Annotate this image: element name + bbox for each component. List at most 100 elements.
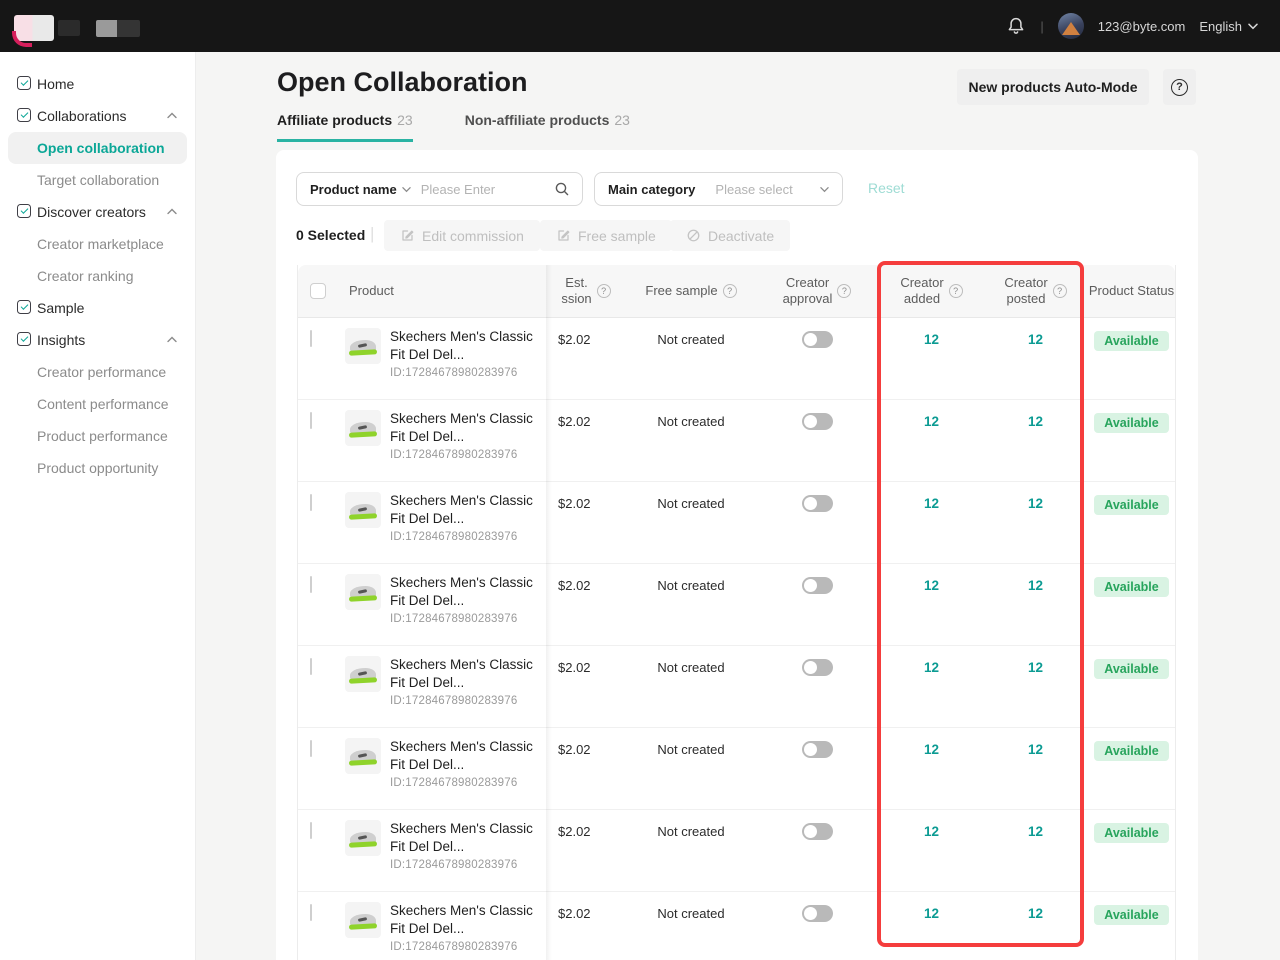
product-name[interactable]: Skechers Men's Classic Fit Del Del... [390, 492, 536, 528]
creator-approval-toggle[interactable] [802, 495, 833, 512]
discover-creators-icon [17, 204, 31, 218]
sidebar-item-collaborations[interactable]: Collaborations [0, 100, 195, 132]
app-logo [14, 15, 54, 41]
row-checkbox[interactable] [310, 576, 312, 593]
creator-added-link[interactable]: 12 [924, 742, 939, 757]
free-sample-cell: Not created [626, 482, 756, 563]
creator-posted-link[interactable]: 12 [1028, 824, 1043, 839]
product-cell: Skechers Men's Classic Fit Del Del... ID… [341, 810, 546, 891]
row-checkbox[interactable] [310, 494, 312, 511]
creator-posted-link[interactable]: 12 [1028, 578, 1043, 593]
product-id: ID:17284678980283976 [390, 941, 536, 953]
sidebar-item-target-collaboration[interactable]: Target collaboration [0, 164, 195, 196]
sidebar-item-sample[interactable]: Sample [0, 292, 195, 324]
help-icon[interactable]: ? [1053, 284, 1067, 298]
creator-approval-toggle[interactable] [802, 823, 833, 840]
page-help-button[interactable]: ? [1163, 69, 1196, 105]
creator-posted-link[interactable]: 12 [1028, 414, 1043, 429]
product-name[interactable]: Skechers Men's Classic Fit Del Del... [390, 410, 536, 446]
avatar[interactable] [1058, 13, 1084, 39]
new-products-auto-mode-button[interactable]: New products Auto-Mode [957, 69, 1149, 105]
edit-commission-button[interactable]: Edit commission [384, 220, 540, 251]
creator-approval-toggle[interactable] [802, 905, 833, 922]
select-all-checkbox[interactable] [310, 283, 326, 299]
creator-posted-link[interactable]: 12 [1028, 906, 1043, 921]
sidebar-item-product-performance[interactable]: Product performance [0, 420, 195, 452]
est-commission-cell: $2.02 [546, 728, 626, 809]
deactivate-button[interactable]: Deactivate [670, 220, 790, 251]
creator-added-link[interactable]: 12 [924, 332, 939, 347]
free-sample-button[interactable]: Free sample [540, 220, 672, 251]
sidebar-item-content-performance[interactable]: Content performance [0, 388, 195, 420]
edit-icon [556, 228, 571, 243]
selected-count: 0 Selected [296, 227, 365, 243]
notification-bell-icon[interactable] [1006, 16, 1026, 36]
row-checkbox[interactable] [310, 412, 312, 429]
product-name[interactable]: Skechers Men's Classic Fit Del Del... [390, 328, 536, 364]
creator-added-link[interactable]: 12 [924, 578, 939, 593]
help-icon[interactable]: ? [597, 284, 611, 298]
tab-affiliate-products[interactable]: Affiliate products 23 [277, 112, 413, 142]
creator-added-link[interactable]: 12 [924, 414, 939, 429]
creator-added-link[interactable]: 12 [924, 496, 939, 511]
sidebar-item-open-collaboration[interactable]: Open collaboration [8, 132, 187, 164]
creator-approval-toggle[interactable] [802, 577, 833, 594]
products-table: Product Est.ssion ? Free sample ? Creato… [297, 265, 1176, 960]
sidebar-item-creator-ranking[interactable]: Creator ranking [0, 260, 195, 292]
table-row: Skechers Men's Classic Fit Del Del... ID… [298, 728, 1175, 810]
sidebar-item-home[interactable]: Home [0, 68, 195, 100]
table-header-row: Product Est.ssion ? Free sample ? Creato… [298, 265, 1175, 318]
product-name[interactable]: Skechers Men's Classic Fit Del Del... [390, 738, 536, 774]
creator-posted-link[interactable]: 12 [1028, 332, 1043, 347]
main-category-filter[interactable]: Main category Please select [594, 172, 843, 206]
product-name[interactable]: Skechers Men's Classic Fit Del Del... [390, 656, 536, 692]
reset-filters-link[interactable]: Reset [868, 180, 905, 196]
row-checkbox[interactable] [310, 904, 312, 921]
row-checkbox[interactable] [310, 330, 312, 347]
creator-added-link[interactable]: 12 [924, 824, 939, 839]
product-status-badge: Available [1094, 413, 1168, 433]
product-name[interactable]: Skechers Men's Classic Fit Del Del... [390, 902, 536, 938]
sidebar-item-product-opportunity[interactable]: Product opportunity [0, 452, 195, 484]
row-checkbox[interactable] [310, 658, 312, 675]
language-selector[interactable]: English [1199, 19, 1258, 34]
creator-posted-link[interactable]: 12 [1028, 660, 1043, 675]
product-status-badge: Available [1094, 495, 1168, 515]
product-image [345, 328, 381, 364]
search-icon[interactable] [554, 181, 570, 197]
sidebar-item-creator-marketplace[interactable]: Creator marketplace [0, 228, 195, 260]
creator-added-link[interactable]: 12 [924, 906, 939, 921]
creator-posted-link[interactable]: 12 [1028, 742, 1043, 757]
topbar: | 123@byte.com English [0, 0, 1280, 52]
sidebar-item-insights[interactable]: Insights [0, 324, 195, 356]
sidebar-item-creator-performance[interactable]: Creator performance [0, 356, 195, 388]
product-name-input[interactable] [421, 182, 551, 197]
sidebar-item-discover-creators[interactable]: Discover creators [0, 196, 195, 228]
product-name-filter-label[interactable]: Product name [310, 182, 397, 197]
tab-count: 23 [397, 112, 413, 128]
help-icon[interactable]: ? [723, 284, 737, 298]
table-row: Skechers Men's Classic Fit Del Del... ID… [298, 646, 1175, 728]
product-name[interactable]: Skechers Men's Classic Fit Del Del... [390, 820, 536, 856]
row-checkbox[interactable] [310, 740, 312, 757]
tab-non-affiliate-products[interactable]: Non-affiliate products 23 [465, 112, 630, 142]
col-header-creator-approval: Creatorapproval ? [756, 265, 878, 317]
creator-approval-toggle[interactable] [802, 413, 833, 430]
est-commission-cell: $2.02 [546, 400, 626, 481]
help-icon[interactable]: ? [949, 284, 963, 298]
est-commission-cell: $2.02 [546, 482, 626, 563]
chevron-up-icon [167, 208, 177, 215]
est-commission-cell: $2.02 [546, 810, 626, 891]
language-label: English [1199, 19, 1242, 34]
help-icon[interactable]: ? [837, 284, 851, 298]
creator-added-link[interactable]: 12 [924, 660, 939, 675]
product-cell: Skechers Men's Classic Fit Del Del... ID… [341, 482, 546, 563]
product-cell: Skechers Men's Classic Fit Del Del... ID… [341, 728, 546, 809]
creator-approval-toggle[interactable] [802, 331, 833, 348]
product-name[interactable]: Skechers Men's Classic Fit Del Del... [390, 574, 536, 610]
creator-approval-toggle[interactable] [802, 659, 833, 676]
creator-approval-toggle[interactable] [802, 741, 833, 758]
creator-posted-link[interactable]: 12 [1028, 496, 1043, 511]
chevron-up-icon [167, 336, 177, 343]
row-checkbox[interactable] [310, 822, 312, 839]
